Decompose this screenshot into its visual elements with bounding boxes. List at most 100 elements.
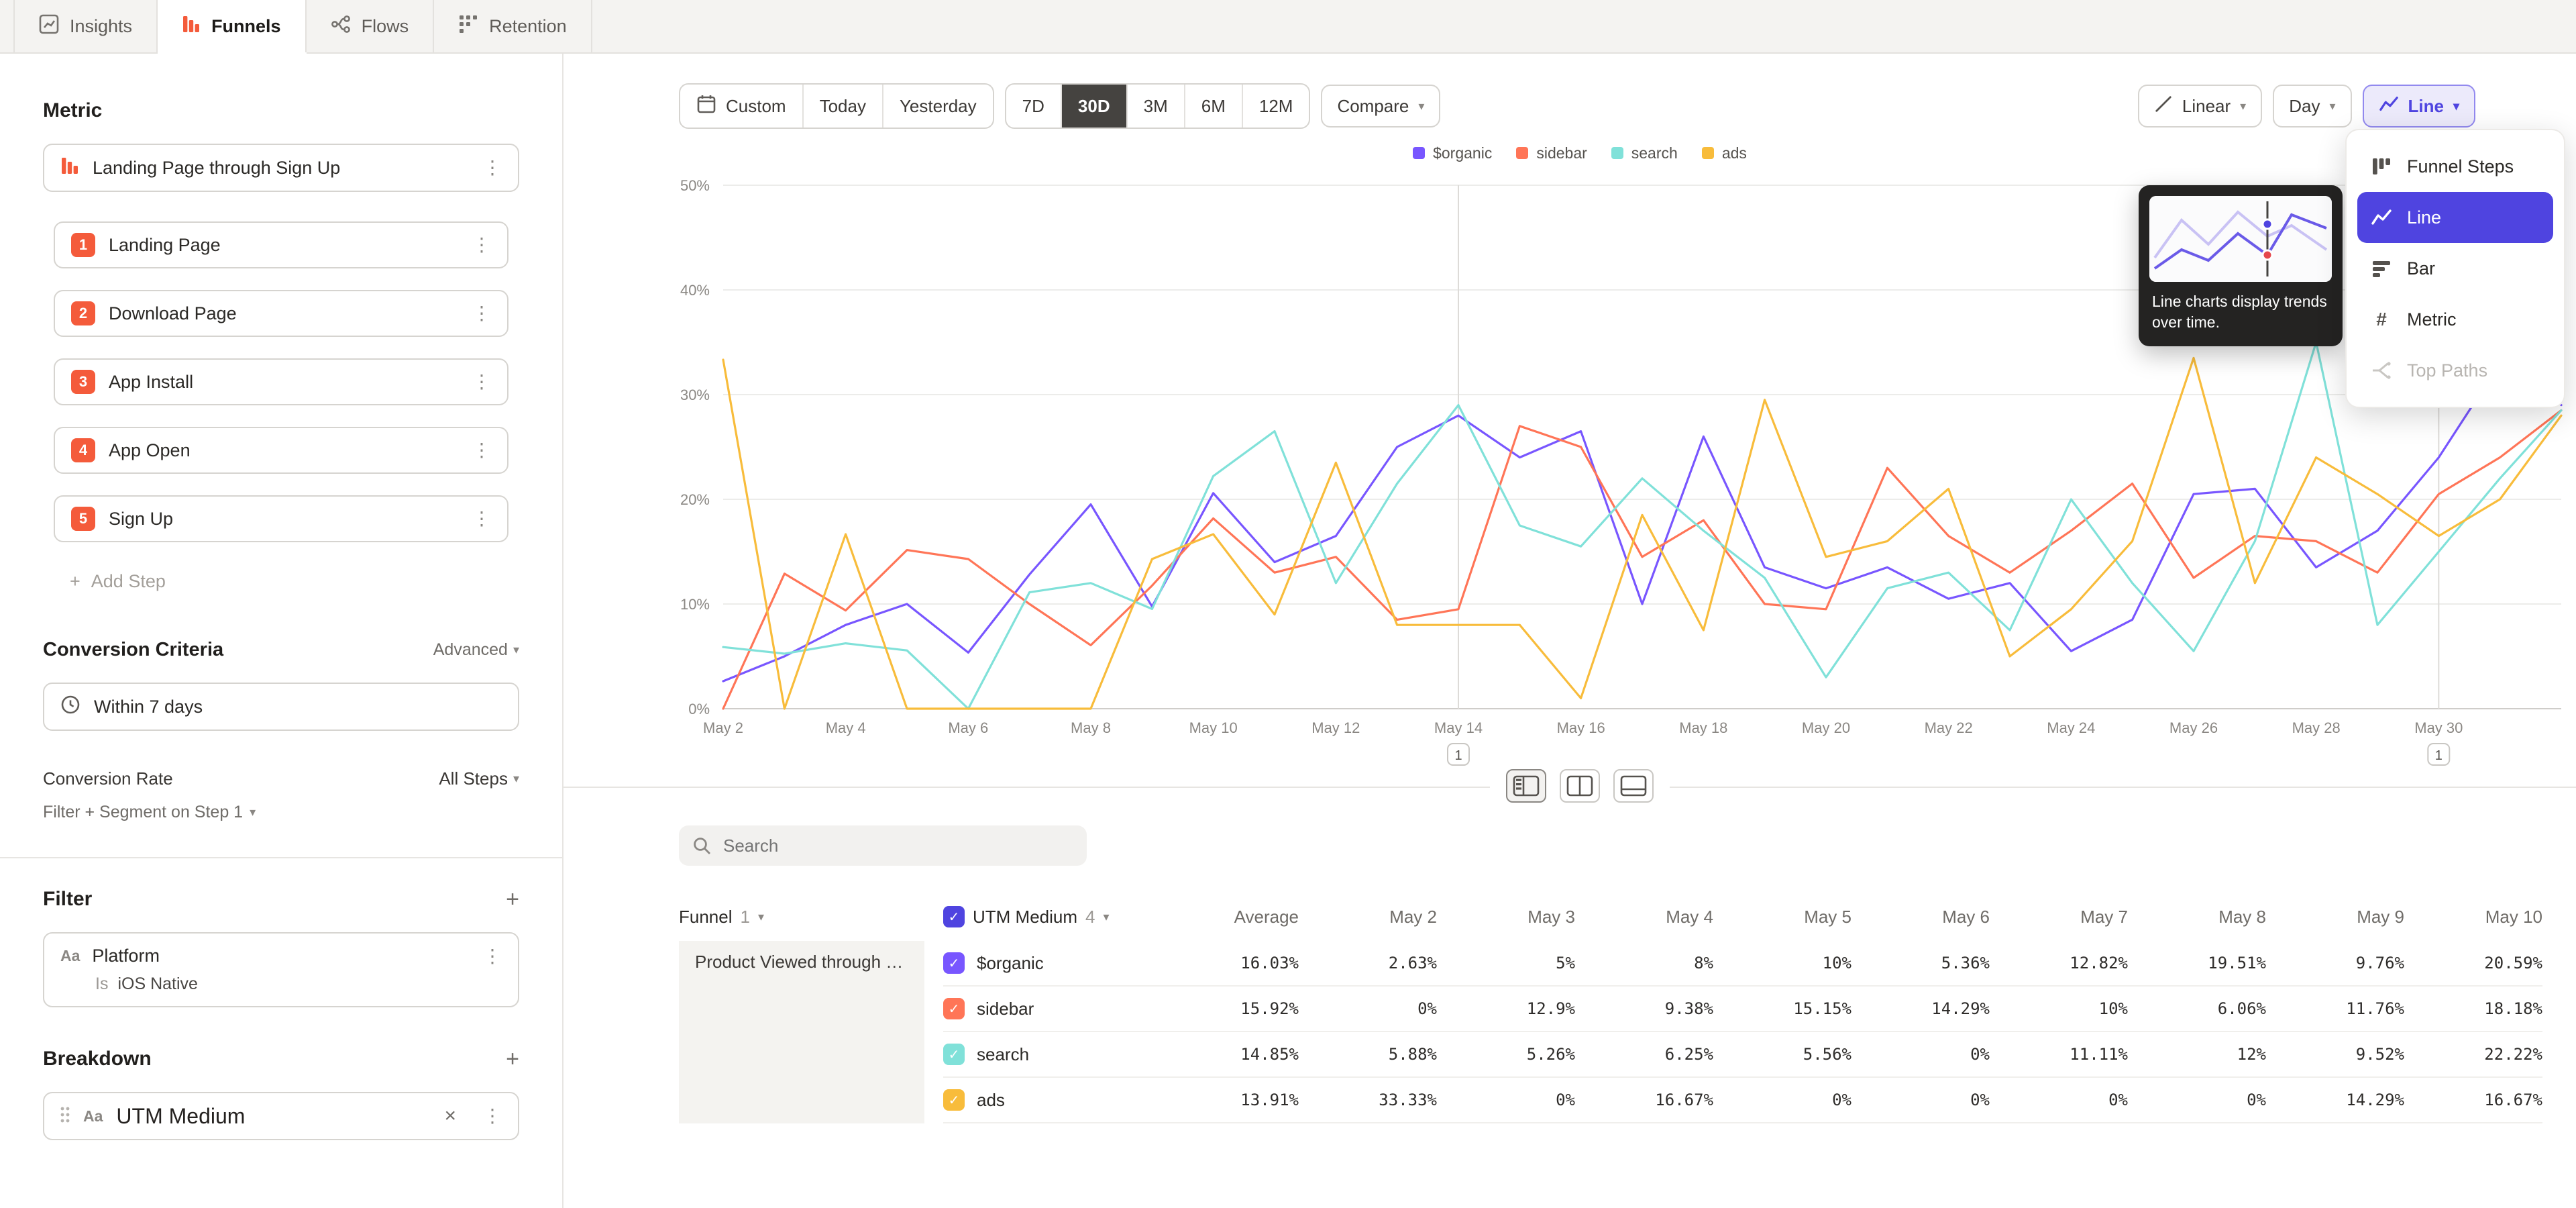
layout-split-vertical-button[interactable] xyxy=(1560,769,1600,803)
step-card-app-install[interactable]: 3 App Install ⋮ xyxy=(54,358,508,405)
column-header[interactable]: May 10 xyxy=(2404,907,2542,927)
tab-insights[interactable]: Insights xyxy=(13,0,158,52)
kebab-menu-icon[interactable]: ⋮ xyxy=(483,947,502,966)
breakdown-column-header[interactable]: ✓ UTM Medium 4 ▾ xyxy=(943,906,1151,927)
layout-split-bottom-button[interactable] xyxy=(1613,769,1654,803)
series-line-sidebar[interactable] xyxy=(723,410,2561,709)
menu-item-bar[interactable]: Bar xyxy=(2357,243,2553,294)
column-header[interactable]: May 3 xyxy=(1437,907,1575,927)
filter-condition-row[interactable]: Is iOS Native xyxy=(60,974,502,994)
scale-dropdown[interactable]: Linear ▾ xyxy=(2138,85,2262,128)
yesterday-button[interactable]: Yesterday xyxy=(882,85,993,128)
tab-label: Retention xyxy=(489,16,567,37)
legend-item-search[interactable]: search xyxy=(1611,144,1678,162)
chart-legend: $organic sidebar search ads xyxy=(564,142,2576,164)
menu-item-top-paths[interactable]: Top Paths xyxy=(2357,345,2553,396)
range-30d-button[interactable]: 30D xyxy=(1061,85,1126,128)
column-header[interactable]: May 8 xyxy=(2128,907,2266,927)
add-filter-button[interactable]: + xyxy=(506,888,519,911)
kebab-menu-icon[interactable]: ⋮ xyxy=(483,158,502,177)
step-card-sign-up[interactable]: 5 Sign Up ⋮ xyxy=(54,495,508,542)
series-checkbox[interactable]: ✓ xyxy=(943,1089,965,1111)
drag-handle-icon[interactable] xyxy=(60,1104,70,1129)
breakdown-utm-card[interactable]: Aa UTM Medium × ⋮ xyxy=(43,1092,519,1140)
column-header[interactable]: May 5 xyxy=(1713,907,1851,927)
filter-platform-card[interactable]: Aa Platform ⋮ Is iOS Native xyxy=(43,932,519,1007)
kebab-menu-icon[interactable]: ⋮ xyxy=(472,441,491,460)
menu-item-line[interactable]: Line xyxy=(2357,192,2553,243)
column-header[interactable]: May 6 xyxy=(1851,907,1990,927)
legend-label: ads xyxy=(1722,144,1747,162)
tab-flows[interactable]: Flows xyxy=(307,0,435,52)
legend-item-sidebar[interactable]: sidebar xyxy=(1516,144,1587,162)
kebab-menu-icon[interactable]: ⋮ xyxy=(472,304,491,323)
all-steps-dropdown[interactable]: All Steps ▾ xyxy=(439,768,519,789)
kebab-menu-icon[interactable]: ⋮ xyxy=(483,1107,502,1125)
filter-segment-dropdown[interactable]: Filter + Segment on Step 1 ▾ xyxy=(43,803,519,822)
legend-item-ads[interactable]: ads xyxy=(1702,144,1747,162)
table-cell: 11.11% xyxy=(1990,1032,2128,1078)
menu-item-metric[interactable]: # Metric xyxy=(2357,294,2553,345)
column-header[interactable]: May 2 xyxy=(1299,907,1437,927)
series-checkbox[interactable]: ✓ xyxy=(943,998,965,1019)
breakdown-property-name: UTM Medium xyxy=(116,1104,245,1129)
table-row-head[interactable]: ✓$organic xyxy=(943,941,1151,987)
column-header[interactable]: May 9 xyxy=(2266,907,2404,927)
y-axis-tick: 40% xyxy=(680,282,710,299)
table-row-head[interactable]: ✓ads xyxy=(943,1078,1151,1123)
table-row-head[interactable]: ✓sidebar xyxy=(943,987,1151,1032)
y-axis-tick: 20% xyxy=(680,491,710,508)
tab-funnels[interactable]: Funnels xyxy=(158,0,307,52)
x-axis-tick: May 14 xyxy=(1434,719,1483,736)
plus-icon: + xyxy=(70,571,80,592)
advanced-dropdown[interactable]: Advanced ▾ xyxy=(433,640,519,660)
funnel-column-header[interactable]: Funnel 1 ▾ xyxy=(679,907,943,927)
range-12m-button[interactable]: 12M xyxy=(1242,85,1309,128)
x-axis-tick: May 10 xyxy=(1189,719,1238,736)
table-cell: 14.29% xyxy=(1851,987,1990,1032)
add-breakdown-button[interactable]: + xyxy=(506,1048,519,1070)
series-checkbox[interactable]: ✓ xyxy=(943,952,965,974)
menu-item-funnel-steps[interactable]: Funnel Steps xyxy=(2357,141,2553,192)
range-7d-button[interactable]: 7D xyxy=(1006,85,1061,128)
range-3m-button[interactable]: 3M xyxy=(1126,85,1184,128)
legend-item-$organic[interactable]: $organic xyxy=(1413,144,1492,162)
table-cell: 6.06% xyxy=(2128,987,2266,1032)
compare-button[interactable]: Compare ▾ xyxy=(1321,85,1440,128)
row-group-label[interactable]: Product Viewed through P... xyxy=(679,941,924,1123)
range-group: 7D 30D 3M 6M 12M xyxy=(1005,83,1311,129)
range-6m-button[interactable]: 6M xyxy=(1184,85,1242,128)
step-card-landing-page[interactable]: 1 Landing Page ⋮ xyxy=(54,221,508,268)
column-header[interactable]: May 4 xyxy=(1575,907,1713,927)
chevron-down-icon: ▾ xyxy=(513,772,519,786)
column-header[interactable]: Average xyxy=(1151,907,1299,927)
funnel-metric-icon xyxy=(60,156,79,180)
column-header[interactable]: May 7 xyxy=(1990,907,2128,927)
add-step-button[interactable]: + Add Step xyxy=(70,561,508,601)
chart-type-dropdown[interactable]: Line ▾ xyxy=(2363,85,2476,128)
search-input[interactable] xyxy=(679,825,1087,866)
x-axis-tick: May 12 xyxy=(1311,719,1360,736)
custom-date-button[interactable]: Custom xyxy=(680,85,802,128)
step-card-app-open[interactable]: 4 App Open ⋮ xyxy=(54,427,508,474)
kebab-menu-icon[interactable]: ⋮ xyxy=(472,509,491,528)
series-line-ads[interactable] xyxy=(723,358,2561,709)
series-line-search[interactable] xyxy=(723,342,2561,709)
tab-retention[interactable]: Retention xyxy=(434,0,592,52)
table-row-head[interactable]: ✓ search xyxy=(943,1032,1151,1078)
series-checkbox[interactable]: ✓ xyxy=(943,1044,965,1065)
kebab-menu-icon[interactable]: ⋮ xyxy=(472,372,491,391)
layout-split-left-button[interactable] xyxy=(1506,769,1546,803)
kebab-menu-icon[interactable]: ⋮ xyxy=(472,236,491,254)
breakdown-select-all-checkbox[interactable]: ✓ xyxy=(943,906,965,927)
funnel-title-card[interactable]: Landing Page through Sign Up ⋮ xyxy=(43,144,519,192)
breakdown-heading: Breakdown xyxy=(43,1048,152,1070)
today-button[interactable]: Today xyxy=(802,85,882,128)
legend-swatch xyxy=(1413,147,1425,159)
remove-breakdown-icon[interactable]: × xyxy=(444,1106,456,1126)
interval-dropdown[interactable]: Day ▾ xyxy=(2273,85,2351,128)
chart-toolbar: Custom Today Yesterday 7D 30D 3M 6M 12M … xyxy=(564,54,2576,129)
series-name: search xyxy=(977,1044,1029,1065)
step-card-download-page[interactable]: 2 Download Page ⋮ xyxy=(54,290,508,337)
conversion-window-card[interactable]: Within 7 days xyxy=(43,683,519,731)
